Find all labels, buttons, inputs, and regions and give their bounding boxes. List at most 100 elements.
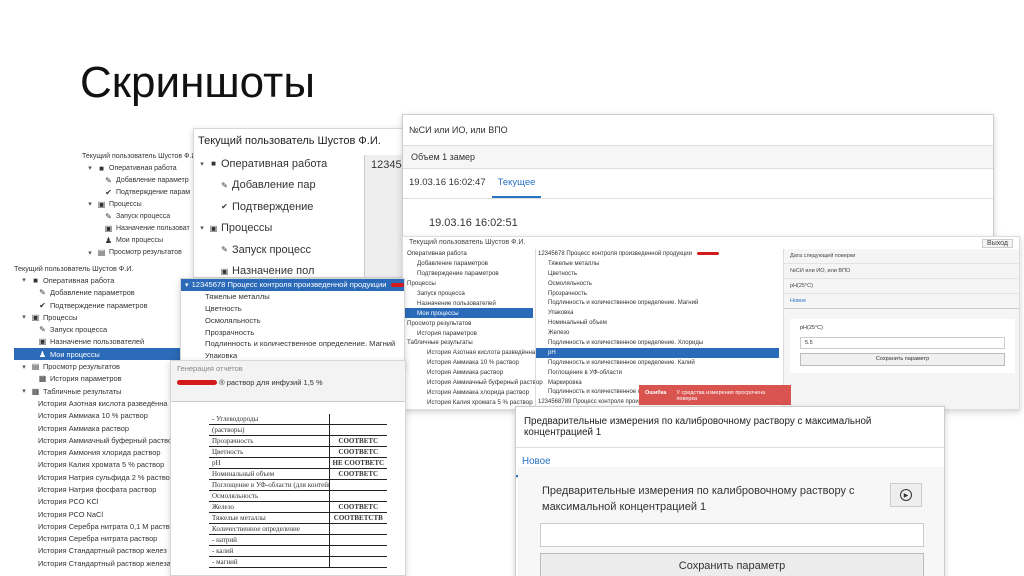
ph-input[interactable]: 5.5: [800, 337, 1005, 349]
tree-item[interactable]: История Азотная кислота разведённая: [403, 348, 539, 358]
chart-icon: ▤: [97, 248, 106, 258]
user-icon: ♟: [104, 236, 113, 246]
process-item[interactable]: Подлинность и количественное определение…: [536, 338, 779, 348]
process-item[interactable]: Цветность: [536, 269, 779, 279]
tree-item[interactable]: ✎ Запуск процесса: [82, 210, 194, 222]
play-button[interactable]: ▶: [890, 483, 922, 507]
process-item-label: Подлинность и количественное определение…: [548, 300, 699, 307]
tree-item[interactable]: ✎ Добавление параметр: [82, 174, 194, 186]
chevron-down-icon[interactable]: ▾: [198, 224, 206, 232]
tree-item[interactable]: ✔ Подтверждение парам: [82, 186, 194, 198]
briefcase-icon: ■: [33, 275, 38, 285]
tree-item-label: История Аммиачный буферный раствор: [38, 435, 177, 445]
save-parameter-button[interactable]: Сохранить параметр: [540, 553, 924, 576]
tree-item[interactable]: ▾ ■ Оперативная работа: [82, 162, 194, 174]
tree-item[interactable]: ✔ Подтверждение параметров: [14, 299, 204, 311]
tree-item[interactable]: ▾ ▣ Процессы: [14, 311, 204, 323]
table-icon: ▦: [38, 374, 47, 384]
exit-button[interactable]: Выход: [982, 239, 1013, 248]
tree-item[interactable]: История Натрия сульфида 2 % раствор: [403, 407, 541, 410]
tree-item-label: Запуск процесса: [116, 213, 171, 221]
process-item[interactable]: Осмоляльность: [181, 314, 404, 326]
tree-item-label: История Азотная кислота разведённая: [427, 349, 539, 357]
tab-current[interactable]: Текущее: [491, 169, 542, 198]
tree-item[interactable]: ♟ Мои процессы: [14, 348, 204, 361]
tree-item[interactable]: Добавление параметров: [403, 259, 533, 269]
tree-item[interactable]: ✎ Запуск процесса: [14, 323, 204, 335]
tree-item[interactable]: Просмотр результатов: [403, 318, 533, 328]
process-item[interactable]: Упаковка: [536, 308, 779, 318]
process-item[interactable]: Прозрачность: [536, 289, 779, 299]
process-item[interactable]: Тяжелые металлы: [181, 291, 404, 303]
measure-panel: №СИ или ИО, или ВПО Объем 1 замер 19.03.…: [402, 114, 994, 238]
tree-item[interactable]: Мои процессы: [403, 308, 533, 319]
tree-item[interactable]: История Аммиака хлорида раствор: [403, 387, 533, 397]
chevron-down-icon[interactable]: ▾: [198, 160, 206, 168]
tree-item[interactable]: Оперативная работа: [403, 249, 533, 259]
tree-item-label: Процессы: [221, 222, 273, 235]
briefcase-icon: ■: [99, 163, 104, 173]
tree-item[interactable]: ✎ Добавление параметров: [14, 287, 204, 299]
tree-item[interactable]: Подтверждение параметров: [403, 269, 533, 279]
process-item-label: Цветность: [548, 270, 577, 277]
process-item[interactable]: Осмоляльность: [536, 279, 779, 289]
report-result: СООТВЕТС: [328, 501, 388, 513]
process-item-label: Номинальный объем: [548, 320, 607, 327]
report-param: - калий: [209, 545, 329, 557]
tree-item[interactable]: ▣ Назначение пользователей: [14, 336, 204, 348]
process-item-label: Тяжелые металлы: [205, 292, 270, 302]
briefcase-icon: ■: [211, 159, 216, 169]
process-item[interactable]: Прозрачность: [181, 326, 404, 338]
tree-item-label: Просмотр результатов: [407, 319, 472, 327]
error-text: У средства измерения просрочена поверка: [676, 390, 766, 402]
process-item[interactable]: 12345678 Процесс контроля произведенной …: [536, 249, 779, 259]
tree-item-label: История Аммония хлорида раствор: [38, 448, 161, 458]
tree-item[interactable]: ♟ Мои процессы: [82, 235, 194, 247]
tree-item[interactable]: Процессы: [403, 279, 533, 289]
tree-item[interactable]: Назначение пользователей: [403, 298, 533, 308]
process-item-label: Цветность: [205, 303, 242, 313]
tab-new[interactable]: Новое: [784, 294, 1019, 309]
error-toast: Ошибка У средства измерения просрочена п…: [639, 385, 791, 405]
measurement-input[interactable]: [540, 523, 924, 547]
tab-date[interactable]: 19.03.16 16:02:47: [403, 169, 492, 198]
process-item[interactable]: Железо: [536, 328, 779, 338]
chevron-down-icon[interactable]: ▾: [86, 200, 94, 208]
process-item[interactable]: Номинальный объем: [536, 318, 779, 328]
tree-item[interactable]: История Калия хромата 5 % раствор: [403, 397, 533, 407]
tree-item[interactable]: История Аммиака 10 % раствор: [403, 358, 533, 368]
report-param: Количественное определение: [209, 523, 329, 535]
process-item[interactable]: pH: [536, 347, 779, 358]
chevron-down-icon[interactable]: ▾: [20, 313, 28, 321]
tree-item[interactable]: Табличные результаты: [403, 338, 533, 348]
calendar-icon: ▣: [31, 312, 40, 322]
tree-item[interactable]: История параметров: [403, 328, 533, 338]
tree-item[interactable]: ▣ Назначение пользоват: [82, 223, 194, 235]
tree-item[interactable]: ▾ ■ Оперативная работа: [14, 274, 204, 286]
process-item[interactable]: Подлинность и количественное определение…: [536, 358, 779, 368]
tree-item-label: История РСО KCl: [38, 497, 99, 507]
report-generation-label: Генерация отчетов: [177, 364, 243, 373]
check-icon: ✔: [39, 300, 46, 310]
process-item[interactable]: Тяжелые металлы: [536, 259, 779, 269]
process-item[interactable]: Поглощение в УФ-области: [536, 368, 779, 378]
chevron-down-icon[interactable]: ▾: [20, 363, 28, 371]
report-result: СООТВЕТС: [328, 446, 388, 458]
chevron-down-icon[interactable]: ▾: [20, 387, 28, 395]
chevron-down-icon[interactable]: ▾: [86, 164, 94, 172]
tree-item[interactable]: ▾ ▤ Просмотр результатов: [82, 247, 194, 259]
calendar-icon: ▣: [209, 223, 218, 233]
tree-item[interactable]: История Аммиака раствор: [403, 368, 533, 378]
save-parameter-button[interactable]: Сохранить параметр: [800, 353, 1005, 366]
chevron-down-icon[interactable]: ▾: [86, 249, 94, 257]
tree-item[interactable]: ▾ ▣ Процессы: [82, 198, 194, 210]
process-header[interactable]: ▾ 12345678 Процесс контроля произведенно…: [181, 279, 404, 291]
process-item[interactable]: Подлинность и количественное определение…: [536, 298, 779, 308]
process-item-label: Осмоляльность: [205, 315, 261, 325]
process-item[interactable]: Цветность: [181, 303, 404, 315]
chevron-down-icon[interactable]: ▾: [20, 276, 28, 284]
tree-item[interactable]: Запуск процесса: [403, 289, 533, 299]
tree-item[interactable]: История Аммиачный буферный раствор: [403, 378, 543, 388]
process-item[interactable]: Подлинность и количественное определение…: [181, 338, 404, 350]
report-param: Железо: [209, 501, 329, 513]
